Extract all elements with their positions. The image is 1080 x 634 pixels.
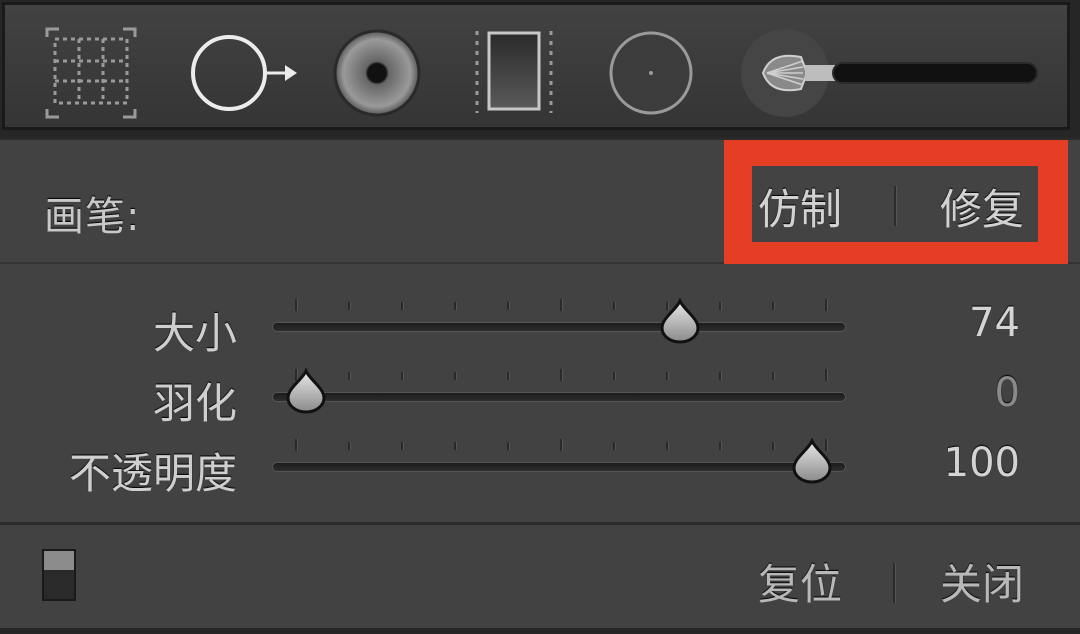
opacity-slider-thumb[interactable] — [790, 437, 834, 484]
slider-tick — [772, 372, 774, 380]
size-value[interactable]: 74 — [969, 300, 1020, 346]
size-label: 大小 — [152, 309, 237, 358]
slider-tick — [613, 302, 615, 310]
clone-mode-button[interactable]: 仿制 — [758, 176, 842, 237]
slider-tick — [613, 372, 615, 380]
slider-tick — [825, 369, 827, 381]
reset-button[interactable]: 复位 — [758, 551, 842, 612]
slider-tick — [348, 442, 350, 450]
feather-value[interactable]: 0 — [995, 370, 1020, 416]
heal-mode-button[interactable]: 修复 — [940, 176, 1024, 237]
slider-tick — [507, 372, 509, 380]
slider-tick — [719, 372, 721, 380]
brush-mode-row: 画笔: 仿制 修复 — [0, 138, 1080, 268]
footer-divider — [893, 563, 895, 603]
slider-section: 大小 74 羽化 0 不透明度 100 — [0, 264, 1080, 522]
adjustment-brush-icon[interactable] — [741, 23, 1051, 123]
slider-tick — [719, 302, 721, 310]
red-eye-correction-icon[interactable] — [331, 23, 431, 123]
size-slider-track[interactable] — [272, 322, 846, 332]
size-slider-row: 大小 74 — [0, 294, 1080, 358]
panel-toggle-switch[interactable] — [42, 549, 76, 601]
opacity-value[interactable]: 100 — [944, 440, 1020, 486]
graduated-filter-icon[interactable] — [471, 23, 571, 123]
opacity-label: 不透明度 — [68, 449, 237, 498]
opacity-slider-track[interactable] — [272, 462, 846, 472]
size-slider-thumb[interactable] — [658, 297, 702, 344]
opacity-slider-row: 不透明度 100 — [0, 434, 1080, 498]
slider-tick — [666, 372, 668, 380]
slider-tick — [772, 442, 774, 450]
slider-tick — [666, 442, 668, 450]
brush-label: 画笔: — [44, 194, 141, 240]
panel-footer: 复位 关闭 — [0, 522, 1080, 628]
radial-filter-icon[interactable] — [607, 23, 707, 123]
slider-tick — [772, 302, 774, 310]
tool-strip — [2, 2, 1070, 130]
slider-tick — [560, 369, 562, 381]
slider-tick — [401, 372, 403, 380]
spot-removal-icon[interactable] — [187, 23, 297, 123]
feather-slider-thumb[interactable] — [284, 367, 328, 414]
crop-overlay-icon[interactable] — [41, 23, 141, 123]
feather-ticks — [295, 369, 827, 382]
feather-slider-track[interactable] — [272, 392, 846, 402]
brush-mode-group: 仿制 修复 — [752, 166, 1038, 242]
slider-tick — [454, 302, 456, 310]
feather-label: 羽化 — [152, 379, 237, 428]
slider-tick — [348, 372, 350, 380]
slider-tick — [401, 442, 403, 450]
slider-tick — [719, 442, 721, 450]
slider-tick — [507, 442, 509, 450]
spot-removal-panel: 画笔: 仿制 修复 大小 74 羽化 0 不透明度 100 复位 关闭 — [0, 0, 1080, 634]
slider-tick — [825, 299, 827, 311]
slider-tick — [295, 439, 297, 451]
close-button[interactable]: 关闭 — [940, 551, 1024, 612]
slider-tick — [295, 299, 297, 311]
feather-slider-row: 羽化 0 — [0, 364, 1080, 428]
slider-tick — [560, 439, 562, 451]
slider-tick — [401, 302, 403, 310]
slider-tick — [507, 302, 509, 310]
highlight-annotation: 仿制 修复 — [724, 140, 1068, 268]
slider-tick — [560, 299, 562, 311]
slider-tick — [613, 442, 615, 450]
size-ticks — [295, 299, 827, 312]
slider-tick — [348, 302, 350, 310]
opacity-ticks — [295, 439, 827, 452]
mode-divider — [894, 186, 896, 226]
slider-tick — [454, 442, 456, 450]
slider-tick — [454, 372, 456, 380]
